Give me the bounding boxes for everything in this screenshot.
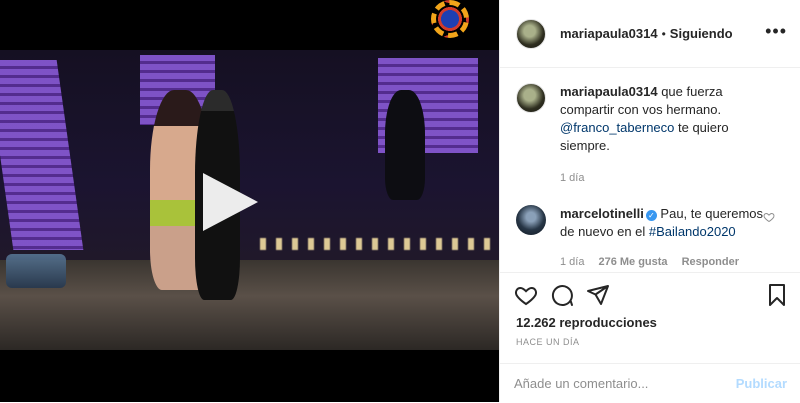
post-actions: 12.262 reproducciones HACE UN DÍA Añade … (500, 272, 800, 402)
comment-hashtag-link[interactable]: #Bailando2020 (649, 224, 736, 239)
background-figure (385, 90, 425, 200)
action-icons (514, 283, 610, 307)
caption-meta: 1 día (560, 169, 772, 187)
avatar[interactable] (516, 83, 546, 113)
comments-section: mariapaula0314 que fuerza compartir con … (500, 69, 800, 271)
caption: mariapaula0314 que fuerza compartir con … (516, 83, 785, 187)
caption-body: mariapaula0314 que fuerza compartir con … (560, 83, 772, 187)
publish-button[interactable]: Publicar (736, 376, 787, 391)
comment-bubble-icon[interactable] (550, 283, 574, 307)
like-comment-heart-icon[interactable] (763, 211, 775, 223)
follow-status-button[interactable]: Siguiendo (670, 26, 733, 41)
comment-composer: Añade un comentario... Publicar (500, 363, 800, 403)
avatar[interactable] (516, 18, 546, 49)
comment-time[interactable]: 1 día (560, 256, 584, 268)
caption-time[interactable]: 1 día (560, 172, 584, 184)
comment-meta: 1 día 276 Me gusta Responder (560, 253, 772, 271)
video-player[interactable] (0, 0, 499, 402)
tv-show-badge (6, 254, 66, 288)
led-panel-left (0, 60, 84, 250)
caption-mention-link[interactable]: @franco_taberneco (560, 120, 674, 135)
more-horizontal-icon[interactable]: ••• (765, 22, 787, 40)
stage-lights (260, 238, 499, 250)
instagram-post-modal: mariapaula0314 • Siguiendo ••• mariapaul… (0, 0, 800, 402)
play-icon[interactable] (203, 173, 258, 231)
separator-dot: • (661, 26, 666, 41)
channel-logo (431, 0, 469, 38)
comment-input[interactable]: Añade un comentario... (514, 376, 736, 391)
comment-likes[interactable]: 276 Me gusta (598, 256, 667, 268)
post-header: mariapaula0314 • Siguiendo ••• (500, 0, 800, 68)
like-heart-icon[interactable] (514, 283, 538, 307)
avatar[interactable] (516, 205, 546, 235)
comment-body: marcelotinelli ✓ Pau, te queremos de nuev… (560, 205, 772, 271)
post-sidebar: mariapaula0314 • Siguiendo ••• mariapaul… (499, 0, 800, 402)
view-count[interactable]: 12.262 reproducciones (516, 315, 657, 330)
caption-author[interactable]: mariapaula0314 (560, 84, 658, 99)
comment: marcelotinelli ✓ Pau, te queremos de nuev… (516, 205, 785, 271)
save-bookmark-icon[interactable] (765, 283, 789, 307)
comment-author[interactable]: marcelotinelli (560, 206, 644, 221)
verified-badge-icon: ✓ (645, 210, 657, 221)
stage-floor (0, 260, 499, 350)
author-username[interactable]: mariapaula0314 (560, 26, 658, 41)
share-paper-plane-icon[interactable] (586, 283, 610, 307)
post-timestamp[interactable]: HACE UN DÍA (516, 337, 580, 347)
reply-button[interactable]: Responder (682, 256, 739, 268)
